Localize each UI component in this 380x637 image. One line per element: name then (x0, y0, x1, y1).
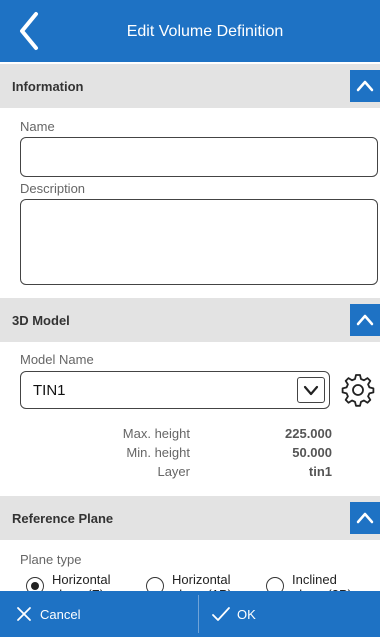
property-value: tin1 (308, 464, 332, 479)
model-section-header: 3D Model (0, 298, 380, 342)
collapse-reference-button[interactable] (350, 502, 380, 534)
form-content[interactable]: Information Name Description 3D Model Mo… (0, 62, 380, 591)
plane-type-option-label[interactable]: Inclined plane (3P) (292, 572, 370, 591)
section-title: Information (12, 79, 84, 94)
description-input[interactable] (20, 199, 378, 285)
plane-type-option-label[interactable]: Horizontal plane (1P) (172, 572, 250, 591)
plane-type-radio-horizontal-1p[interactable] (146, 577, 164, 591)
property-row: Layer tin1 (0, 464, 380, 482)
back-button[interactable] (6, 6, 56, 56)
page-title: Edit Volume Definition (126, 23, 284, 40)
information-section-header: Information (0, 64, 380, 108)
collapse-model-button[interactable] (350, 304, 380, 336)
cancel-label: Cancel (40, 607, 81, 622)
property-label: Max. height (122, 426, 190, 441)
section-title: 3D Model (12, 313, 70, 328)
close-icon (17, 607, 31, 621)
plane-type-option-label[interactable]: Horizontal plane (Z) (52, 572, 130, 591)
model-settings-button[interactable] (340, 372, 376, 408)
model-name-select[interactable]: TIN1 (20, 371, 330, 409)
property-value: 225.000 (285, 426, 332, 441)
name-input[interactable] (20, 137, 378, 177)
chevron-up-icon (356, 512, 374, 524)
cancel-button[interactable]: Cancel (0, 591, 198, 637)
property-label: Layer (157, 464, 190, 479)
chevron-up-icon (356, 80, 374, 92)
dropdown-button[interactable] (297, 377, 325, 403)
section-title: Reference Plane (12, 511, 114, 526)
chevron-down-icon (303, 385, 319, 396)
app-header: Edit Volume Definition (0, 0, 380, 62)
ok-button[interactable]: OK (199, 591, 380, 637)
chevron-up-icon (356, 314, 374, 326)
collapse-information-button[interactable] (350, 70, 380, 102)
model-name-label: Model Name (20, 352, 94, 367)
gear-icon (341, 374, 375, 407)
check-icon (212, 607, 230, 621)
model-name-value: TIN1 (33, 382, 66, 399)
property-label: Min. height (126, 445, 190, 460)
property-row: Max. height 225.000 (0, 426, 380, 444)
description-label: Description (20, 181, 86, 196)
property-value: 50.000 (292, 445, 332, 460)
action-footer: Cancel OK (0, 591, 380, 637)
plane-type-label: Plane type (20, 552, 82, 567)
property-row: Min. height 50.000 (0, 445, 380, 463)
plane-type-radio-horizontal-z[interactable] (26, 577, 44, 591)
name-label: Name (20, 119, 55, 134)
reference-section-header: Reference Plane (0, 496, 380, 540)
ok-label: OK (237, 607, 256, 622)
chevron-left-icon (20, 12, 38, 50)
plane-type-radio-inclined-3p[interactable] (266, 577, 284, 591)
